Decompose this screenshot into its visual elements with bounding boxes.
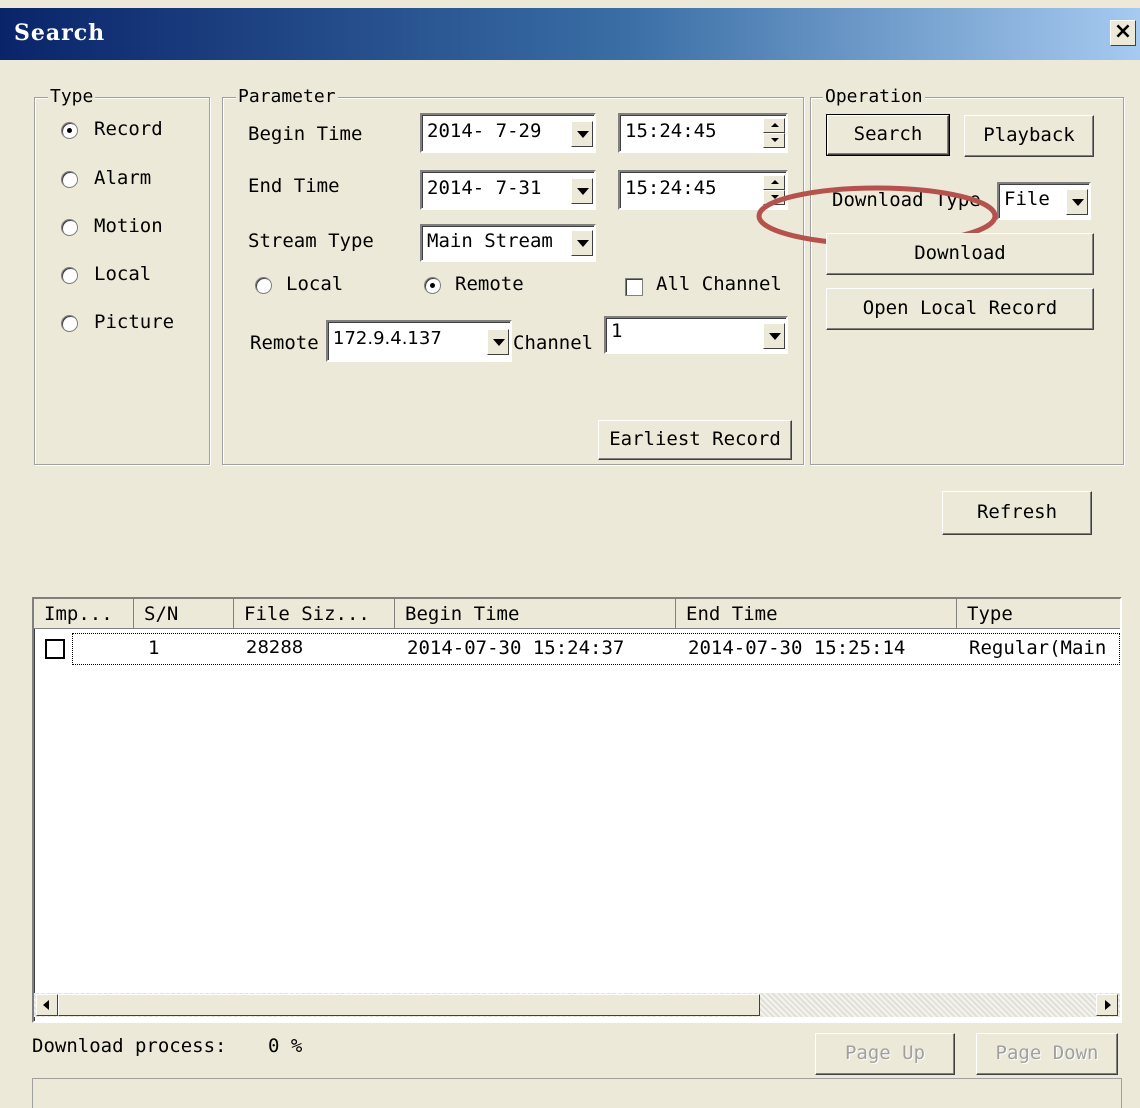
scroll-right-icon[interactable] — [1096, 994, 1118, 1016]
page-down-button[interactable]: Page Down — [976, 1033, 1118, 1075]
begin-time-field[interactable]: 15:24:45 — [618, 113, 788, 153]
column-header-end-time-label: End Time — [686, 603, 778, 625]
channel-value: 1 — [611, 320, 623, 342]
type-local-label[interactable]: Local — [94, 263, 151, 285]
scrollbar-thumb[interactable] — [58, 994, 760, 1016]
refresh-button-label: Refresh — [976, 501, 1058, 523]
local-radio[interactable] — [255, 277, 272, 294]
download-process-value: 0 % — [268, 1035, 303, 1057]
download-button-label: Download — [914, 242, 1006, 264]
end-time-value: 15:24:45 — [625, 177, 717, 199]
end-date-dropdown-icon[interactable] — [571, 178, 593, 204]
remote-ip-value: 172.9.4.137 — [333, 328, 442, 349]
channel-dropdown-icon[interactable] — [763, 323, 785, 349]
download-type-value: File — [1004, 188, 1050, 210]
close-icon[interactable]: × — [1110, 20, 1136, 46]
search-button-label: Search — [853, 123, 923, 145]
row-file-size: 28288 — [246, 637, 304, 658]
progress-bar — [32, 1078, 1122, 1108]
open-local-record-button[interactable]: Open Local Record — [826, 288, 1094, 330]
column-header-sn-label: S/N — [144, 603, 179, 625]
title-bar — [0, 8, 1140, 60]
end-date-picker[interactable]: 2014- 7-31 — [420, 170, 596, 210]
all-channel-label[interactable]: All Channel — [656, 273, 782, 295]
download-type-dropdown-icon[interactable] — [1066, 189, 1088, 215]
refresh-button[interactable]: Refresh — [942, 491, 1092, 535]
table-row[interactable]: 1 28288 2014-07-30 15:24:37 2014-07-30 1… — [36, 633, 1120, 665]
type-group-legend: Type — [48, 86, 96, 107]
parameter-group-legend: Parameter — [236, 86, 338, 107]
stream-type-select[interactable]: Main Stream — [420, 224, 596, 262]
column-header-type-label: Type — [967, 603, 1013, 625]
horizontal-scrollbar[interactable] — [34, 993, 1120, 1017]
playback-button-label: Playback — [983, 124, 1075, 146]
stream-type-value: Main Stream — [427, 230, 553, 252]
earliest-record-button-label: Earliest Record — [609, 428, 781, 450]
remote-ip-select[interactable]: 172.9.4.137 — [326, 320, 512, 362]
type-picture-label[interactable]: Picture — [94, 311, 174, 333]
begin-date-value: 2014- 7-29 — [427, 120, 542, 142]
column-header-sn[interactable]: S/N — [134, 599, 234, 629]
column-header-end-time[interactable]: End Time — [676, 599, 957, 629]
type-alarm-label[interactable]: Alarm — [94, 167, 151, 189]
type-motion-radio[interactable] — [61, 219, 78, 236]
begin-time-value: 15:24:45 — [625, 120, 717, 142]
operation-group-legend: Operation — [823, 86, 925, 107]
stream-type-dropdown-icon[interactable] — [571, 230, 593, 256]
page-up-button-label: Page Up — [844, 1042, 926, 1064]
page-up-button[interactable]: Page Up — [815, 1033, 955, 1075]
begin-date-dropdown-icon[interactable] — [571, 121, 593, 147]
all-channel-checkbox[interactable] — [625, 278, 643, 296]
type-alarm-radio[interactable] — [61, 171, 78, 188]
column-header-begin-time[interactable]: Begin Time — [395, 599, 676, 629]
window-title: Search — [14, 20, 106, 46]
type-motion-label[interactable]: Motion — [94, 215, 163, 237]
remote-select-label: Remote — [250, 332, 319, 354]
scroll-left-icon[interactable] — [36, 994, 58, 1016]
begin-date-picker[interactable]: 2014- 7-29 — [420, 113, 596, 153]
column-header-import[interactable]: Imp... — [34, 599, 134, 629]
earliest-record-button[interactable]: Earliest Record — [598, 420, 792, 460]
type-picture-radio[interactable] — [61, 315, 78, 332]
type-record-label[interactable]: Record — [94, 118, 163, 140]
playback-button[interactable]: Playback — [964, 115, 1094, 157]
end-time-label: End Time — [248, 175, 340, 197]
download-type-select[interactable]: File — [997, 182, 1091, 220]
column-header-begin-time-label: Begin Time — [405, 603, 520, 625]
remote-radio[interactable] — [424, 277, 441, 294]
download-process-label: Download process: — [32, 1035, 227, 1057]
page-down-button-label: Page Down — [995, 1042, 1099, 1064]
channel-select[interactable]: 1 — [604, 316, 788, 354]
begin-time-spinner-icon[interactable] — [763, 118, 785, 148]
column-header-type[interactable]: Type — [957, 599, 1120, 629]
search-button[interactable]: Search — [826, 114, 950, 156]
row-sn: 1 — [148, 637, 160, 659]
open-local-record-button-label: Open Local Record — [862, 297, 1058, 319]
download-button[interactable]: Download — [826, 233, 1094, 275]
begin-time-label: Begin Time — [248, 123, 363, 145]
results-table[interactable]: Imp... S/N File Siz... Begin Time End Ti… — [32, 597, 1122, 1023]
row-type: Regular(Main — [969, 637, 1107, 659]
column-header-file-size[interactable]: File Siz... — [234, 599, 395, 629]
channel-label: Channel — [513, 332, 594, 354]
row-end-time: 2014-07-30 15:25:14 — [688, 637, 906, 659]
end-date-value: 2014- 7-31 — [427, 177, 542, 199]
remote-ip-dropdown-icon[interactable] — [487, 329, 509, 355]
local-radio-label[interactable]: Local — [286, 273, 343, 295]
type-record-radio[interactable] — [61, 122, 78, 139]
row-begin-time: 2014-07-30 15:24:37 — [407, 637, 625, 659]
remote-radio-label[interactable]: Remote — [455, 273, 524, 295]
row-import-checkbox[interactable] — [45, 639, 65, 659]
column-header-file-size-label: File Siz... — [244, 603, 370, 625]
stream-type-label: Stream Type — [248, 230, 374, 252]
column-header-import-label: Imp... — [44, 603, 113, 625]
type-local-radio[interactable] — [61, 267, 78, 284]
